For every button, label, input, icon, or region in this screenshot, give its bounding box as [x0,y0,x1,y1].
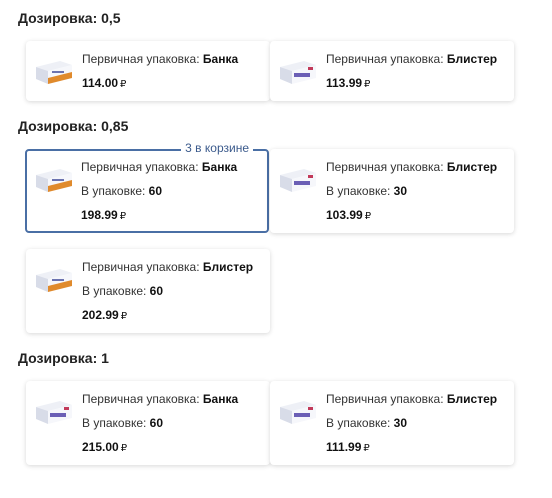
currency-symbol: ₽ [120,443,128,454]
medicine-box-icon [280,401,316,424]
qty-label: В упаковке: [326,416,394,430]
qty-value: 60 [148,184,163,198]
price-value: 111.99 [326,440,362,454]
price: 113.99 ₽ [326,76,370,90]
pack-label: Первичная упаковка: [82,52,203,66]
group-title-2: Дозировка: 1 [18,350,109,366]
pack-value: Банка [202,392,239,406]
pack-value: Блистер [446,392,498,406]
price-value: 202.99 [82,308,119,322]
pack-value: Блистер [446,160,498,174]
pack-value: Банка [201,160,238,174]
group-title-0: Дозировка: 0,5 [18,10,121,26]
medicine-box-icon [36,61,72,84]
qty-value: 60 [149,416,164,430]
pack-value: Блистер [202,260,254,274]
pack-value: Блистер [446,52,498,66]
variant-card[interactable]: Первичная упаковка: Блистер В упаковке: … [270,149,514,233]
pack-label: Первичная упаковка: [326,52,447,66]
qty-value: 30 [393,416,408,430]
variant-card[interactable]: Первичная упаковка: Блистер В упаковке: … [270,381,514,465]
price-value: 103.99 [326,208,363,222]
currency-symbol: ₽ [120,311,128,322]
qty-label: В упаковке: [81,184,149,198]
currency-symbol: ₽ [364,79,371,90]
price: 103.99 ₽ [326,208,371,222]
variant-card-selected[interactable]: 3 в корзине Первичная упаковка: Банка В … [25,141,269,233]
pack-label: Первичная упаковка: [81,160,202,174]
price: 202.99 ₽ [82,308,127,322]
price: 198.99 ₽ [81,208,126,222]
price: 114.00 ₽ [82,76,126,90]
currency-symbol: ₽ [364,211,372,222]
price: 111.99 ₽ [326,440,370,454]
medicine-box-icon [280,169,316,192]
price-value: 113.99 [326,76,363,90]
variant-card[interactable]: Первичная упаковка: Банка 114.00 ₽ [26,41,270,101]
pack-label: Первичная упаковка: [326,392,447,406]
group-title-1: Дозировка: 0,85 [18,118,129,134]
variant-card[interactable]: Первичная упаковка: Блистер В упаковке: … [26,249,270,333]
qty-value: 60 [149,284,164,298]
cart-count-badge: 3 в корзине [181,141,253,155]
pack-label: Первичная упаковка: [326,160,447,174]
variant-card[interactable]: Первичная упаковка: Банка В упаковке: 60… [26,381,270,465]
medicine-box-icon [36,169,72,192]
qty-label: В упаковке: [326,184,394,198]
currency-symbol: ₽ [120,79,127,90]
variant-card[interactable]: Первичная упаковка: Блистер 113.99 ₽ [270,41,514,101]
medicine-box-icon [36,401,72,424]
price-value: 215.00 [82,440,119,454]
medicine-box-icon [36,269,72,292]
pack-value: Банка [202,52,239,66]
pack-label: Первичная упаковка: [82,260,203,274]
price: 215.00 ₽ [82,440,127,454]
qty-label: В упаковке: [82,416,150,430]
pack-label: Первичная упаковка: [82,392,203,406]
price-value: 198.99 [81,208,118,222]
currency-symbol: ₽ [119,211,127,222]
currency-symbol: ₽ [363,443,370,454]
medicine-box-icon [280,61,316,84]
price-value: 114.00 [82,76,119,90]
qty-label: В упаковке: [82,284,150,298]
qty-value: 30 [393,184,408,198]
